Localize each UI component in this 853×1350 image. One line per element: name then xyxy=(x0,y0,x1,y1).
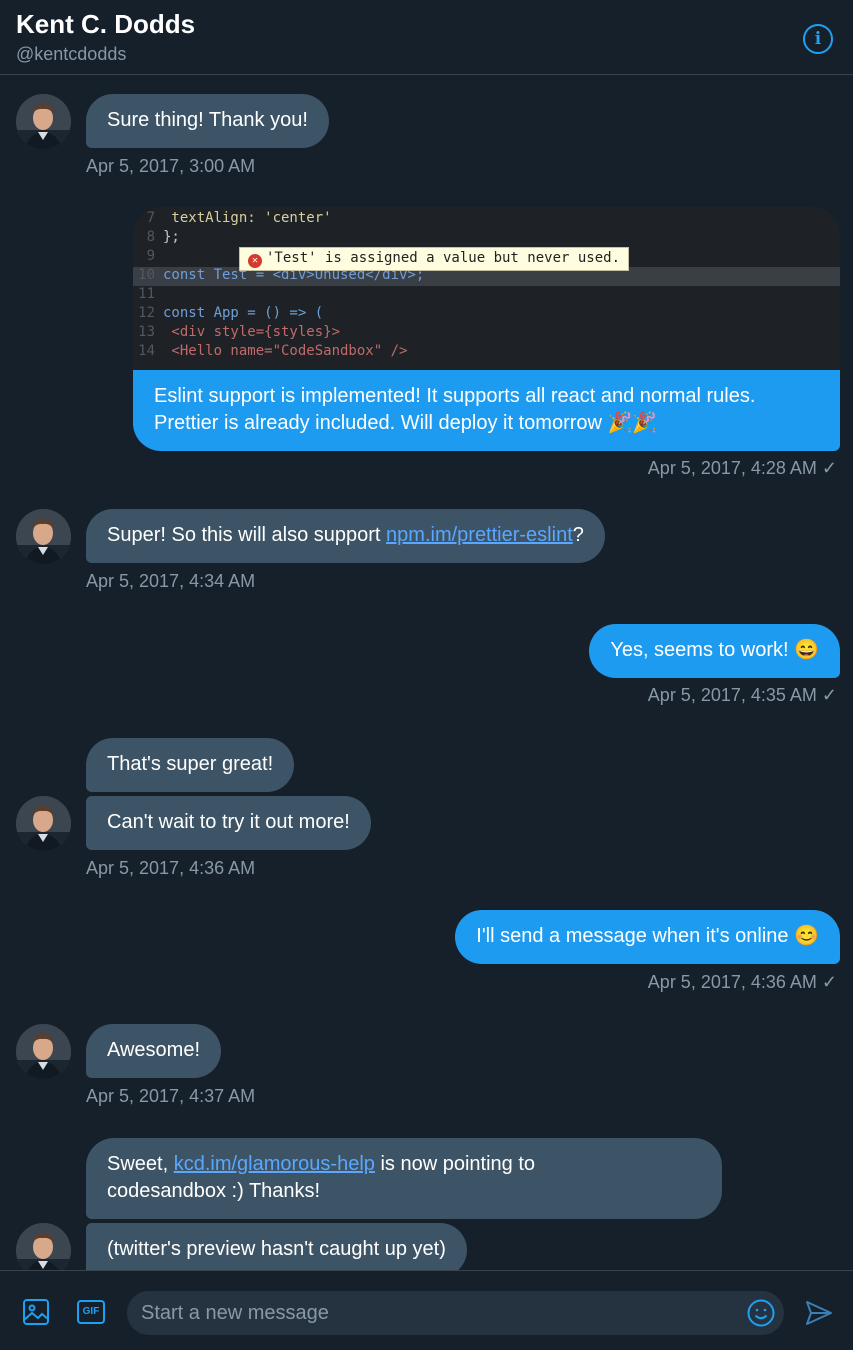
message-bubble[interactable]: Sure thing! Thank you! xyxy=(86,94,329,148)
code-line: 8}; xyxy=(146,229,180,245)
message-input[interactable] xyxy=(141,1291,731,1335)
message-list[interactable]: Sure thing! Thank you! Apr 5, 2017, 3:00… xyxy=(0,76,853,1270)
lint-error-tooltip: ✕ 'Test' is assigned a value but never us… xyxy=(239,247,630,271)
avatar[interactable] xyxy=(16,1223,71,1270)
gif-icon[interactable]: GIF xyxy=(77,1298,105,1326)
message-bubble[interactable]: That's super great! xyxy=(86,738,295,792)
image-icon[interactable] xyxy=(22,1298,50,1326)
message-timestamp: Apr 5, 2017, 4:35 AM ✓ xyxy=(647,685,837,705)
avatar[interactable] xyxy=(16,796,71,851)
code-line: 12 const App = () => ( xyxy=(138,305,324,321)
conversation-header: Kent C. Dodds @kentcdodds i xyxy=(0,0,853,75)
message-timestamp: Apr 5, 2017, 4:34 AM xyxy=(86,571,256,591)
message-link[interactable]: npm.im/prettier-eslint xyxy=(386,524,573,546)
code-line: 7 textAlign: 'center' xyxy=(146,210,332,226)
avatar[interactable] xyxy=(16,1024,71,1079)
message-bubble[interactable]: Super! So this will also support npm.im/… xyxy=(86,509,605,563)
message-timestamp: Apr 5, 2017, 3:00 AM xyxy=(86,156,256,176)
message-bubble[interactable]: Sweet, kcd.im/glamorous-help is now poin… xyxy=(86,1138,722,1219)
error-icon: ✕ xyxy=(248,254,262,268)
code-line: 11 xyxy=(138,286,155,302)
code-line: 14 <Hello name="CodeSandbox" /> xyxy=(138,343,408,359)
contact-handle[interactable]: @kentcdodds xyxy=(16,44,126,65)
contact-name[interactable]: Kent C. Dodds xyxy=(16,9,195,40)
message-timestamp: Apr 5, 2017, 4:37 AM xyxy=(86,1086,256,1106)
avatar[interactable] xyxy=(16,94,71,149)
avatar[interactable] xyxy=(16,509,71,564)
message-composer: GIF xyxy=(0,1270,853,1350)
message-timestamp: Apr 5, 2017, 4:36 AM xyxy=(86,858,256,878)
message-bubble[interactable]: I'll send a message when it's online 😊 xyxy=(455,910,840,964)
code-line: 9 xyxy=(146,248,155,264)
code-line: 13 <div style={styles}> xyxy=(138,324,341,340)
message-bubble[interactable]: Can't wait to try it out more! xyxy=(86,796,371,850)
message-bubble[interactable]: Awesome! xyxy=(86,1024,222,1078)
message-bubble[interactable]: Eslint support is implemented! It suppor… xyxy=(133,370,840,451)
send-icon[interactable] xyxy=(804,1298,834,1328)
emoji-icon[interactable] xyxy=(746,1298,776,1328)
message-link[interactable]: kcd.im/glamorous-help xyxy=(174,1153,375,1175)
message-bubble[interactable]: Yes, seems to work! 😄 xyxy=(589,624,840,678)
message-timestamp: Apr 5, 2017, 4:36 AM ✓ xyxy=(647,972,837,992)
message-timestamp: Apr 5, 2017, 4:28 AM ✓ xyxy=(647,458,837,478)
message-input-wrapper xyxy=(127,1291,784,1335)
message-bubble[interactable]: (twitter's preview hasn't caught up yet) xyxy=(86,1223,467,1270)
message-image[interactable]: 7 textAlign: 'center' 8}; 9 10 const Test… xyxy=(133,207,840,370)
info-icon[interactable]: i xyxy=(803,24,833,54)
